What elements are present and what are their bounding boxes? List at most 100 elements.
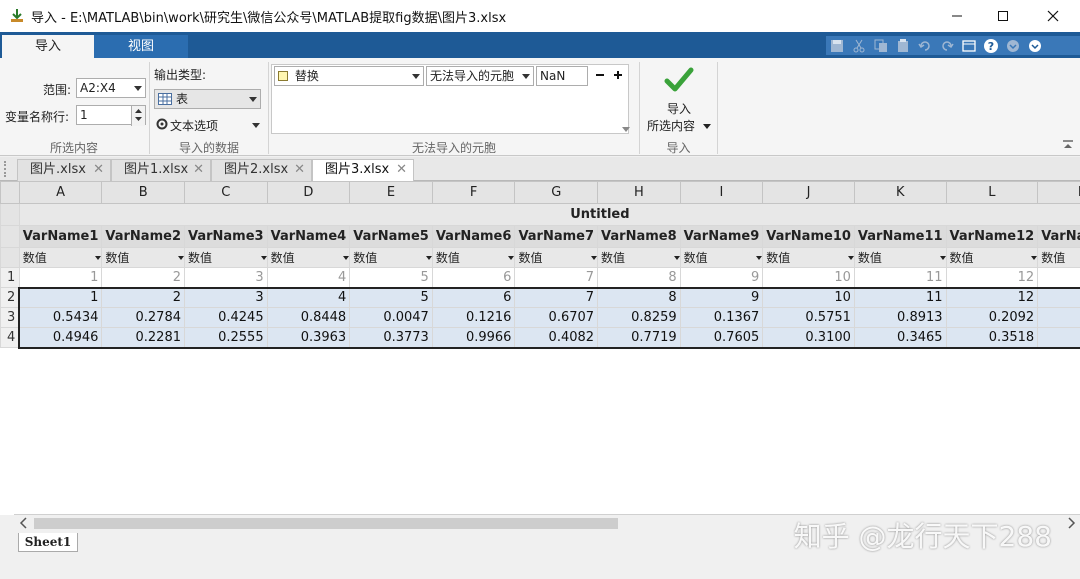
file-tab-3[interactable]: 图片3.xlsx ✕ bbox=[312, 159, 414, 182]
cut-quick-button[interactable] bbox=[848, 36, 870, 55]
data-cell[interactable]: 4 bbox=[266, 267, 351, 288]
file-tab-1[interactable]: 图片1.xlsx ✕ bbox=[111, 159, 211, 181]
column-header[interactable]: K bbox=[853, 181, 947, 204]
variable-type-dropdown[interactable]: 数值 bbox=[945, 247, 1039, 268]
variable-name-cell[interactable]: VarName7 bbox=[514, 225, 599, 248]
data-cell[interactable]: 2 bbox=[101, 267, 185, 288]
data-cell[interactable]: 0.9966 bbox=[431, 327, 516, 349]
data-cell[interactable]: 13 bbox=[1037, 267, 1080, 288]
varname-row-stepper[interactable] bbox=[131, 106, 145, 126]
data-cell[interactable]: 0.4946 bbox=[18, 327, 103, 349]
column-header[interactable]: E bbox=[349, 181, 433, 204]
data-cell[interactable]: 6 bbox=[431, 267, 516, 288]
variable-type-dropdown[interactable]: 数值 bbox=[349, 247, 433, 268]
paste-quick-button[interactable] bbox=[892, 36, 914, 55]
data-cell[interactable]: 7 bbox=[514, 267, 599, 288]
table-row[interactable]: 112345678910111213 bbox=[0, 267, 1080, 288]
variable-type-dropdown[interactable]: 数值 bbox=[853, 247, 947, 268]
variable-name-cell[interactable]: VarName12 bbox=[945, 225, 1039, 248]
table-row[interactable]: 4 0.4946 0.2281 0.2555 0.3963 0.3773 0.9966 0.4… bbox=[0, 327, 1080, 349]
variable-name-cell[interactable]: VarName3 bbox=[184, 225, 268, 248]
output-type-dropdown[interactable]: 表 bbox=[154, 89, 261, 109]
data-cell[interactable]: 13 bbox=[1037, 286, 1080, 308]
data-cell[interactable]: 0.3465 bbox=[853, 327, 947, 349]
data-cell[interactable]: 8 bbox=[597, 286, 681, 308]
redo-quick-button[interactable] bbox=[936, 36, 958, 55]
data-cell[interactable]: 12 bbox=[945, 267, 1039, 288]
data-cell[interactable]: 11 bbox=[853, 286, 947, 308]
data-cell[interactable]: 1 bbox=[18, 267, 103, 288]
close-button[interactable] bbox=[1030, 0, 1076, 32]
column-header[interactable]: L bbox=[945, 181, 1039, 204]
import-selection-button[interactable]: 导入 所选内容 bbox=[643, 62, 715, 136]
data-cell[interactable]: 9 bbox=[679, 267, 764, 288]
undo-quick-button[interactable] bbox=[914, 36, 936, 55]
column-header[interactable]: J bbox=[762, 181, 855, 204]
data-cell[interactable]: 0.2784 bbox=[101, 307, 185, 328]
data-cell[interactable]: 0.1455 bbox=[1037, 327, 1080, 349]
variable-type-dropdown[interactable]: 数值 bbox=[18, 247, 103, 268]
data-cell[interactable]: 12 bbox=[945, 286, 1039, 308]
data-preview-grid[interactable]: ABCDEFGHIJKLMNUntitledVarName1VarName2Va… bbox=[0, 181, 1080, 515]
add-rule-button[interactable] bbox=[612, 68, 626, 84]
rule-action-dropdown[interactable]: 替换 bbox=[274, 66, 424, 86]
minimize-button[interactable] bbox=[934, 0, 980, 32]
variable-name-cell[interactable]: VarName11 bbox=[853, 225, 947, 248]
data-cell[interactable]: 0.3773 bbox=[349, 327, 433, 349]
scroll-left-icon[interactable] bbox=[19, 517, 29, 529]
save-quick-button[interactable] bbox=[826, 36, 848, 55]
data-cell[interactable]: 8 bbox=[597, 267, 681, 288]
data-cell[interactable]: 1 bbox=[18, 286, 103, 308]
column-header[interactable]: H bbox=[597, 181, 681, 204]
variable-type-dropdown[interactable]: 数值 bbox=[679, 247, 764, 268]
variable-type-dropdown[interactable]: 数值 bbox=[101, 247, 185, 268]
column-header[interactable]: F bbox=[431, 181, 516, 204]
variable-name-cell[interactable]: VarName6 bbox=[431, 225, 516, 248]
variable-name-cell[interactable]: VarName5 bbox=[349, 225, 433, 248]
variable-type-dropdown[interactable]: 数值 bbox=[431, 247, 516, 268]
data-cell[interactable]: 2 bbox=[101, 286, 185, 308]
range-input[interactable]: A2:X4 bbox=[76, 78, 146, 98]
data-cell[interactable]: 0.1853 bbox=[1037, 307, 1080, 328]
remove-rule-button[interactable] bbox=[594, 68, 608, 84]
variable-name-cell[interactable]: VarName13 bbox=[1037, 225, 1080, 248]
column-header[interactable]: G bbox=[514, 181, 599, 204]
table-row[interactable]: 3 0.5434 0.2784 0.4245 0.8448 0.0047 0.1216 0.6… bbox=[0, 307, 1080, 328]
data-cell[interactable]: 0.1367 bbox=[679, 307, 764, 328]
variable-type-dropdown[interactable]: 数值 bbox=[597, 247, 681, 268]
close-tab-icon[interactable]: ✕ bbox=[294, 160, 305, 180]
column-header[interactable]: A bbox=[18, 181, 103, 204]
collapse-ribbon-icon[interactable] bbox=[1062, 140, 1074, 150]
variable-type-dropdown[interactable]: 数值 bbox=[184, 247, 268, 268]
data-cell[interactable]: 0.4245 bbox=[184, 307, 268, 328]
data-cell[interactable]: 10 bbox=[762, 286, 855, 308]
minimize-ribbon-quick-button[interactable] bbox=[1002, 36, 1024, 55]
options-quick-button[interactable] bbox=[1024, 36, 1046, 55]
scrollbar-thumb[interactable] bbox=[34, 518, 618, 529]
data-cell[interactable]: 3 bbox=[184, 267, 268, 288]
variable-type-dropdown[interactable]: 数值 bbox=[266, 247, 351, 268]
data-cell[interactable]: 0.7605 bbox=[679, 327, 764, 349]
variable-type-dropdown[interactable]: 数值 bbox=[762, 247, 855, 268]
column-header[interactable]: M bbox=[1037, 181, 1080, 204]
data-cell[interactable]: 10 bbox=[762, 267, 855, 288]
sheet-tab-sheet1[interactable]: Sheet1 bbox=[18, 533, 78, 552]
file-tab-2[interactable]: 图片2.xlsx ✕ bbox=[211, 159, 312, 181]
variable-name-cell[interactable]: VarName2 bbox=[101, 225, 185, 248]
column-header[interactable]: D bbox=[266, 181, 351, 204]
close-tab-icon[interactable]: ✕ bbox=[396, 160, 407, 180]
rule-condition-dropdown[interactable]: 无法导入的元胞 bbox=[426, 66, 534, 86]
text-options-button[interactable]: 文本选项 bbox=[156, 116, 262, 136]
data-cell[interactable]: 0.8259 bbox=[597, 307, 681, 328]
variable-name-cell[interactable]: VarName9 bbox=[679, 225, 764, 248]
close-tab-icon[interactable]: ✕ bbox=[193, 160, 204, 180]
data-cell[interactable]: 9 bbox=[679, 286, 764, 308]
help-quick-button[interactable]: ? bbox=[980, 36, 1002, 55]
data-cell[interactable]: 0.2092 bbox=[945, 307, 1039, 328]
data-cell[interactable]: 3 bbox=[184, 286, 268, 308]
data-cell[interactable]: 0.8913 bbox=[853, 307, 947, 328]
scroll-down-icon[interactable] bbox=[622, 127, 630, 133]
column-header[interactable]: C bbox=[184, 181, 268, 204]
table-row[interactable]: 212345678910111213 bbox=[0, 286, 1080, 308]
window-layout-quick-button[interactable] bbox=[958, 36, 980, 55]
